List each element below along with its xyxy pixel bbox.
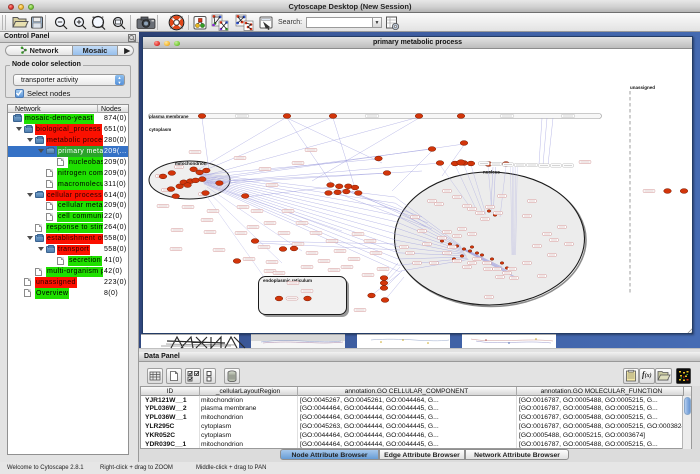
svg-text:nucleus: nucleus <box>483 170 501 175</box>
svg-text:plasma membrane: plasma membrane <box>149 114 189 119</box>
svg-text:unassigned: unassigned <box>630 85 655 90</box>
svg-text:cytoplasm: cytoplasm <box>149 127 171 132</box>
